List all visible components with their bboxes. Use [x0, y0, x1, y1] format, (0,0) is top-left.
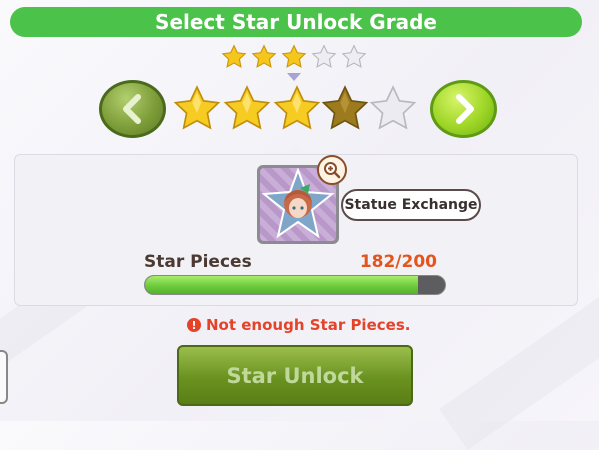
star-pieces-label: Star Pieces	[144, 252, 252, 272]
small-star-1	[221, 44, 247, 68]
statue-exchange-button[interactable]: Statue Exchange	[341, 189, 481, 221]
grade-star-3[interactable]	[272, 84, 322, 134]
side-panel-edge	[0, 350, 8, 404]
magnify-plus-icon	[324, 162, 341, 179]
chevron-right-icon	[455, 94, 474, 124]
star-unlock-button[interactable]: Star Unlock	[177, 345, 413, 406]
warning-text: Not enough Star Pieces.	[206, 316, 411, 334]
small-star-5	[341, 44, 367, 68]
star-unlock-label: Star Unlock	[226, 363, 364, 388]
title-bar: Select Star Unlock Grade	[10, 7, 582, 37]
warning-message: ! Not enough Star Pieces.	[187, 316, 410, 334]
grade-pointer-icon	[287, 73, 301, 81]
statue-exchange-label: Statue Exchange	[344, 197, 478, 213]
grade-star-2[interactable]	[222, 84, 272, 134]
small-star-4	[311, 44, 337, 68]
small-star-3	[281, 44, 307, 68]
small-star-2	[251, 44, 277, 68]
next-grade-button[interactable]	[430, 80, 497, 138]
chevron-left-icon	[122, 94, 141, 124]
prev-grade-button[interactable]	[99, 80, 166, 138]
star-pieces-progress-bar	[144, 275, 446, 295]
grade-star-4[interactable]	[320, 84, 370, 134]
star-pieces-progress-fill	[145, 276, 418, 294]
grade-star-1[interactable]	[172, 84, 222, 134]
page-title: Select Star Unlock Grade	[155, 10, 437, 34]
star-pieces-count: 182/200	[359, 252, 437, 272]
zoom-button[interactable]	[317, 155, 347, 185]
exclamation-circle-icon: !	[187, 318, 201, 332]
grade-star-5[interactable]	[368, 84, 418, 134]
